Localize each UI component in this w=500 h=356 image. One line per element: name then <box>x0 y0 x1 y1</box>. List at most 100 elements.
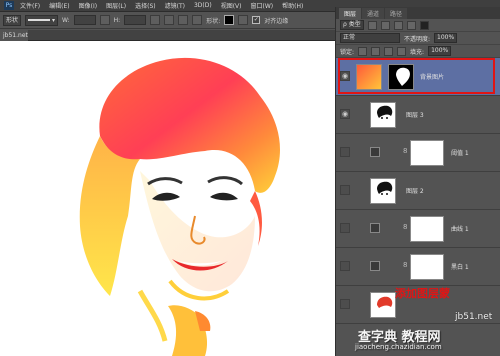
stroke-style-dropdown[interactable]: ▾ <box>25 14 59 26</box>
layer-thumbnail <box>370 292 396 318</box>
chain-link-icon[interactable]: 8 <box>403 223 407 231</box>
portrait-color-thumb-icon <box>377 296 393 308</box>
tab-channels[interactable]: 通道 <box>362 8 385 19</box>
menu-image[interactable]: 图像(I) <box>79 1 97 10</box>
layer-name: 曲线 1 <box>451 226 469 233</box>
filter-text-icon[interactable] <box>393 20 403 30</box>
align-edges-label: 对齐边缘 <box>264 17 289 25</box>
path-ops-icon[interactable] <box>150 15 161 25</box>
layer-row-layer-3[interactable]: ◉ 图层 3 <box>336 96 500 134</box>
right-eye <box>210 192 238 201</box>
layer-name: 阈值 1 <box>451 150 469 157</box>
filter-pixel-icon[interactable] <box>367 20 377 30</box>
lock-all-icon[interactable] <box>397 46 407 56</box>
menu-filter[interactable]: 滤镜(T) <box>165 1 185 10</box>
layer-thumbnail <box>370 102 396 128</box>
layer-row-layer-2[interactable]: 图层 2 <box>336 172 500 210</box>
visibility-toggle-empty[interactable] <box>340 299 350 309</box>
height-label: H: <box>113 16 121 24</box>
photoshop-window: Ps 文件(F) 编辑(E) 图像(I) 图层(L) 选择(S) 滤镜(T) 3… <box>0 0 500 356</box>
blend-mode-dropdown[interactable]: 正常 <box>340 33 400 43</box>
layer-row-black-white-1[interactable]: 8 黑白 1 <box>336 248 500 286</box>
align-edges-checkbox[interactable]: ✓ <box>252 16 261 24</box>
fill-label: 填充: <box>410 48 425 56</box>
blend-row: 正常 不透明度: 100% <box>336 32 500 45</box>
menu-3d[interactable]: 3D(D) <box>194 2 212 9</box>
adjustment-mask-thumbnail[interactable] <box>410 216 444 242</box>
menu-window[interactable]: 窗口(W) <box>251 1 274 10</box>
layers-panel: 图层 通道 路径 ρ 类型 正常 不透明度: 100% 锁定: 填充: 100% <box>335 7 500 356</box>
filter-shape-icon[interactable] <box>406 20 416 30</box>
lock-pixels-icon[interactable] <box>371 46 381 56</box>
layer-mask-thumbnail[interactable] <box>388 64 414 90</box>
document-tab-strip: jb51.net <box>0 30 335 41</box>
curves-adjustment-icon <box>370 223 380 233</box>
ps-logo: Ps <box>4 1 14 10</box>
portrait-thumb-icon <box>377 105 393 119</box>
shape-color-swatch[interactable] <box>224 15 235 25</box>
layer-thumbnail <box>370 178 396 204</box>
neck-accent <box>137 289 168 342</box>
tab-layers[interactable]: 图层 <box>339 8 362 19</box>
visibility-toggle-empty[interactable] <box>340 147 350 157</box>
chain-link-icon[interactable]: 8 <box>403 261 407 269</box>
filter-toggle-icon[interactable] <box>419 20 429 30</box>
link-icon[interactable] <box>99 15 110 25</box>
opacity-label: 不透明度: <box>404 35 431 43</box>
threshold-adjustment-icon <box>370 147 380 157</box>
layer-row-threshold-1[interactable]: 8 阈值 1 <box>336 134 500 172</box>
menu-layer[interactable]: 图层(L) <box>106 1 126 10</box>
hair-left-shape <box>79 136 140 296</box>
mask-silhouette-icon <box>396 67 410 86</box>
layer-row-curves-1[interactable]: 8 曲线 1 <box>336 210 500 248</box>
visibility-eye-icon[interactable]: ◉ <box>340 71 350 81</box>
menu-edit[interactable]: 编辑(E) <box>49 1 69 10</box>
lock-transparent-icon[interactable] <box>358 46 368 56</box>
visibility-toggle-empty[interactable] <box>340 261 350 271</box>
lock-label: 锁定: <box>340 48 355 56</box>
layer-filter-dropdown[interactable]: ρ 类型 <box>340 20 364 30</box>
layer-name: 黑白 1 <box>451 264 469 271</box>
lock-row: 锁定: 填充: 100% <box>336 45 500 58</box>
chain-link-icon[interactable]: 8 <box>403 147 407 155</box>
fill-field[interactable]: 100% <box>428 46 452 56</box>
left-brow <box>147 177 183 186</box>
width-label: W: <box>62 16 70 24</box>
opacity-field[interactable]: 100% <box>434 33 458 43</box>
gear-icon[interactable] <box>192 15 203 25</box>
adjustment-mask-thumbnail[interactable] <box>410 254 444 280</box>
visibility-toggle-empty[interactable] <box>340 185 350 195</box>
black-white-adjustment-icon <box>370 261 380 271</box>
tab-paths[interactable]: 路径 <box>385 8 408 19</box>
document-tab[interactable]: jb51.net <box>0 30 28 41</box>
visibility-eye-icon[interactable]: ◉ <box>340 109 350 119</box>
menu-select[interactable]: 选择(S) <box>135 1 156 10</box>
site-watermark: jb51.net <box>455 312 493 322</box>
visibility-toggle-empty[interactable] <box>340 223 350 233</box>
menu-file[interactable]: 文件(F) <box>20 1 40 10</box>
width-field[interactable] <box>73 15 96 25</box>
portrait-thumb-icon <box>377 181 393 195</box>
path-arrange-icon[interactable] <box>178 15 189 25</box>
adjustment-mask-thumbnail[interactable] <box>410 140 444 166</box>
right-brow <box>207 176 243 186</box>
layer-row-background-image[interactable]: ◉ 背景图片 <box>336 58 500 96</box>
face-shape <box>140 171 255 292</box>
lock-position-icon[interactable] <box>384 46 394 56</box>
tool-mode-dropdown[interactable]: 形状 <box>3 14 22 26</box>
path-align-icon[interactable] <box>164 15 175 25</box>
add-layer-mask-annotation: 添加图层蒙 <box>395 287 450 300</box>
menu-view[interactable]: 视图(V) <box>221 1 242 10</box>
image-canvas[interactable] <box>0 41 335 356</box>
panel-tab-bar: 图层 通道 路径 <box>336 7 500 19</box>
filter-adjust-icon[interactable] <box>380 20 390 30</box>
layer-name: 背景图片 <box>420 74 445 81</box>
portrait-artwork <box>79 57 281 356</box>
height-field[interactable] <box>124 15 147 25</box>
filter-row: ρ 类型 <box>336 19 500 32</box>
shape-picker-icon[interactable] <box>238 15 249 25</box>
url-watermark: jiaocheng.chazidian.com <box>355 343 442 351</box>
layer-thumbnail <box>356 64 382 90</box>
layer-name: 图层 3 <box>406 112 424 119</box>
menu-help[interactable]: 帮助(H) <box>282 1 303 10</box>
